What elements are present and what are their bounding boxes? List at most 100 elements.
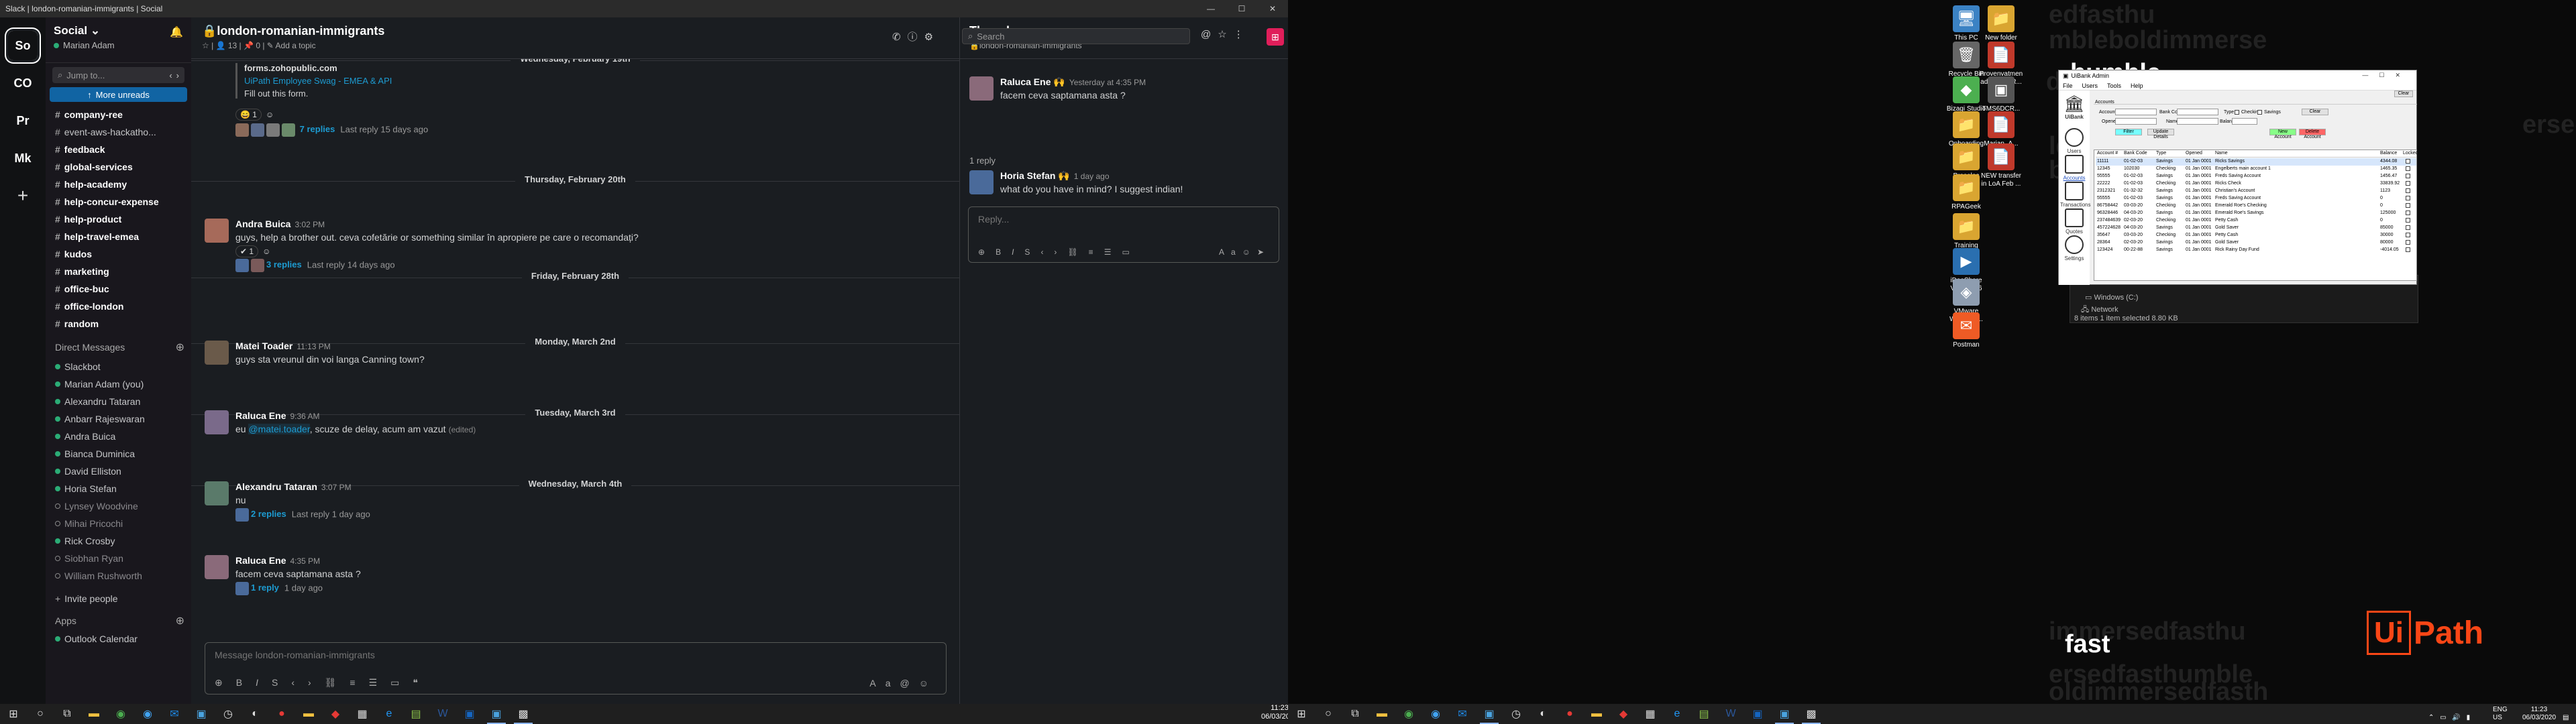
thread-composer[interactable]: ⊕BIS‹›⛓≡☰▭ Aa☺➤: [968, 206, 1279, 263]
uipath-studio-icon[interactable]: ▣: [188, 704, 215, 724]
gear-icon[interactable]: ⚙: [924, 32, 940, 43]
locked-checkbox[interactable]: [2406, 247, 2410, 252]
ordered-list-icon[interactable]: ≡: [1089, 247, 1104, 257]
sidebar-item-channel[interactable]: # help-concur-expense: [46, 193, 191, 210]
table-row[interactable]: 96328446 04-03-20 Savings 01 Jan 0001 Emeral…: [2096, 210, 2416, 217]
windows-start-icon[interactable]: ⊞: [1288, 704, 1315, 724]
search-icon[interactable]: ○: [27, 704, 54, 724]
thread-summary[interactable]: 1 reply 1 day ago: [235, 582, 323, 595]
table-row[interactable]: 123424 00-22-88 Savings 01 Jan 0001 Rick Rai…: [2096, 247, 2416, 254]
desktop-icon[interactable]: 📁 New folder: [1978, 5, 2025, 42]
nav-settings[interactable]: Settings: [2060, 235, 2088, 261]
uipath-robot-icon[interactable]: ▣: [1771, 704, 1798, 724]
avatar[interactable]: [205, 555, 229, 579]
word-icon[interactable]: W: [429, 704, 456, 724]
dm-section-header[interactable]: Direct Messages ⊕: [46, 338, 191, 357]
locked-checkbox[interactable]: [2406, 188, 2410, 193]
column-header[interactable]: Name: [2215, 151, 2228, 156]
checking-checkbox[interactable]: [2235, 110, 2239, 115]
slack-taskbar-icon[interactable]: ▩: [1798, 704, 1825, 724]
locked-checkbox[interactable]: [2406, 210, 2410, 215]
savings-checkbox[interactable]: [2257, 110, 2262, 115]
message-author[interactable]: Alexandru Tataran: [235, 481, 317, 492]
app-shield-icon[interactable]: ◆: [1610, 704, 1637, 724]
locked-checkbox[interactable]: [2406, 159, 2410, 164]
bullet-list-icon[interactable]: ☰: [369, 677, 391, 688]
nav-transactions[interactable]: Transactions: [2060, 182, 2091, 208]
workspace-mk[interactable]: Mk: [8, 143, 38, 173]
windows-start-icon[interactable]: ⊞: [0, 704, 27, 724]
mention-icon[interactable]: @: [900, 678, 918, 688]
date-label[interactable]: Wednesday, March 4th: [519, 477, 632, 490]
reaction-pill[interactable]: ✔ 1: [235, 245, 259, 257]
apps-section-header[interactable]: Apps ⊕: [46, 611, 191, 630]
sidebar-item-channel[interactable]: # company-ree: [46, 106, 191, 123]
table-row[interactable]: 11111 01-02-03 Savings 01 Jan 0001 Ricks Sav…: [2096, 158, 2416, 166]
italic-icon[interactable]: I: [1012, 247, 1024, 257]
battery-icon[interactable]: ▮: [2467, 714, 2471, 721]
back-arrow-icon[interactable]: ‹: [169, 70, 172, 80]
opened-date-picker[interactable]: [2115, 118, 2157, 125]
sidebar-item-dm[interactable]: Anbarr Rajeswaran: [46, 410, 191, 428]
app-blue-icon[interactable]: ▣: [456, 704, 483, 724]
menu-item[interactable]: Users: [2082, 82, 2098, 89]
table-row[interactable]: 55555 01-02-03 Savings 01 Jan 0001 Freds Sav…: [2096, 195, 2416, 202]
task-view-icon[interactable]: ⧉: [1342, 704, 1368, 724]
members-count[interactable]: 13: [228, 41, 237, 50]
bell-icon[interactable]: 🔔: [170, 25, 183, 39]
minimize-icon[interactable]: —: [1195, 0, 1226, 17]
delete-account-button[interactable]: Delete Account: [2299, 129, 2326, 139]
format-toggle-icon[interactable]: Aa: [1219, 247, 1242, 257]
update-details-button[interactable]: Update Details: [2147, 129, 2174, 139]
locked-checkbox[interactable]: [2406, 203, 2410, 208]
message-author[interactable]: Andra Buica: [235, 219, 290, 229]
sidebar-item-channel[interactable]: # marketing: [46, 263, 191, 280]
minimize-icon[interactable]: —: [2362, 72, 2379, 78]
folder-icon[interactable]: ▬: [1583, 704, 1610, 724]
new-account-button[interactable]: New Account: [2269, 129, 2296, 139]
jump-to-input[interactable]: ⌕ Jump to... ‹ ›: [52, 67, 184, 83]
phone-icon[interactable]: ✆: [892, 32, 908, 43]
folder-icon[interactable]: ▬: [295, 704, 322, 724]
column-header[interactable]: Balance: [2380, 151, 2397, 156]
sidebar-item-dm[interactable]: Siobhan Ryan: [46, 550, 191, 567]
locked-checkbox[interactable]: [2406, 196, 2410, 200]
reaction-pill[interactable]: 😄 1: [235, 109, 262, 121]
workspace-pr[interactable]: Pr: [8, 106, 38, 135]
desktop-icon[interactable]: ▣ TMS6DCR...: [1978, 76, 2025, 113]
uipath-studio-icon[interactable]: ▣: [1476, 704, 1503, 724]
message-author[interactable]: Raluca Ene: [235, 555, 286, 566]
maximize-icon[interactable]: ☐: [1226, 0, 1257, 17]
locked-checkbox[interactable]: [2406, 181, 2410, 186]
user-mention[interactable]: @matei.toader: [248, 424, 310, 434]
bold-icon[interactable]: B: [996, 247, 1012, 257]
language-indicator[interactable]: ENG US: [2493, 706, 2508, 722]
sidebar-item-dm[interactable]: Slackbot: [46, 358, 191, 375]
add-topic-link[interactable]: Add a topic: [276, 41, 316, 50]
workspace-co[interactable]: CO: [8, 68, 38, 98]
message-time[interactable]: 1 day ago: [1074, 172, 1110, 181]
clock-app-icon[interactable]: ◷: [1503, 704, 1529, 724]
outlook-icon[interactable]: ✉: [161, 704, 188, 724]
more-unreads-button[interactable]: ↑ More unreads: [50, 87, 187, 102]
date-label[interactable]: Wednesday, February 19th: [511, 59, 640, 65]
sidebar-item-dm[interactable]: Andra Buica: [46, 428, 191, 445]
add-workspace-icon[interactable]: +: [8, 181, 38, 210]
invite-people-link[interactable]: + Invite people: [46, 590, 191, 607]
message-author[interactable]: Raluca Ene: [1000, 76, 1051, 87]
thread-replies-link[interactable]: 2 replies: [251, 509, 286, 519]
column-header[interactable]: Account #: [2097, 151, 2118, 156]
nav-quotes[interactable]: Quotes: [2060, 208, 2088, 235]
avatar[interactable]: [205, 410, 229, 434]
balance-field[interactable]: [2232, 118, 2257, 125]
link-icon[interactable]: ⛓: [325, 677, 350, 688]
word-icon[interactable]: W: [1717, 704, 1744, 724]
info-icon[interactable]: ⓘ: [908, 32, 924, 43]
sidebar-item-channel[interactable]: # office-london: [46, 298, 191, 315]
ordered-list-icon[interactable]: ≡: [350, 677, 368, 688]
message-time[interactable]: 3:07 PM: [321, 483, 352, 492]
sidebar-item-channel[interactable]: # help-travel-emea: [46, 228, 191, 245]
table-row[interactable]: 457224628 04-03-20 Savings 01 Jan 0001 Gold …: [2096, 225, 2416, 232]
sidebar-item-channel[interactable]: # office-buc: [46, 280, 191, 298]
clock[interactable]: 11:23 06/03/2020: [2522, 706, 2556, 722]
